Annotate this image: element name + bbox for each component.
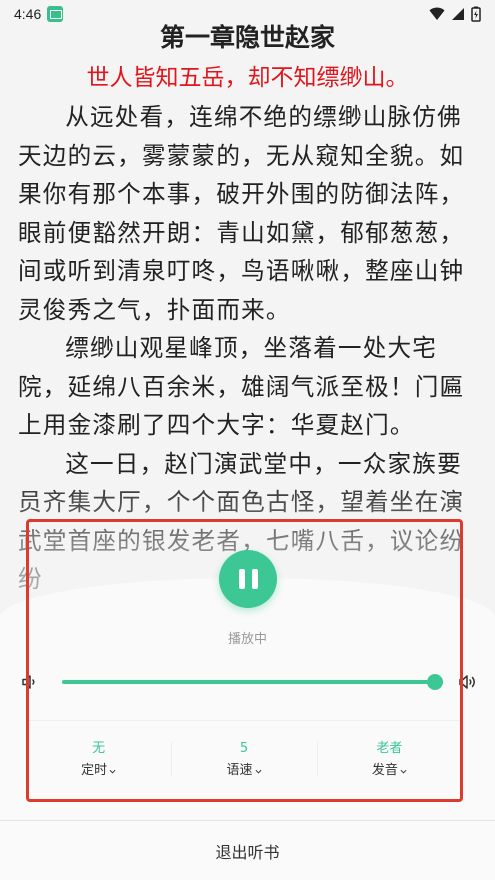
chapter-subtitle: 世人皆知五岳，却不知缥缈山。 (86, 65, 409, 91)
exit-listening-button[interactable]: 退出听书 (0, 821, 495, 880)
paragraph: 缥缈山观星峰顶，坐落着一处大宅院，延绵八百余米，雄阔气派至极！门匾上用金漆刷了四… (18, 334, 465, 439)
chapter-title: 第一章隐世赵家 (159, 23, 335, 52)
paragraph: 从远处看，连绵不绝的缥缈山脉仿佛天边的云，雾蒙蒙的，无从窥知全貌。如果你有那个本… (18, 103, 465, 324)
highlight-annotation-box (26, 519, 463, 802)
